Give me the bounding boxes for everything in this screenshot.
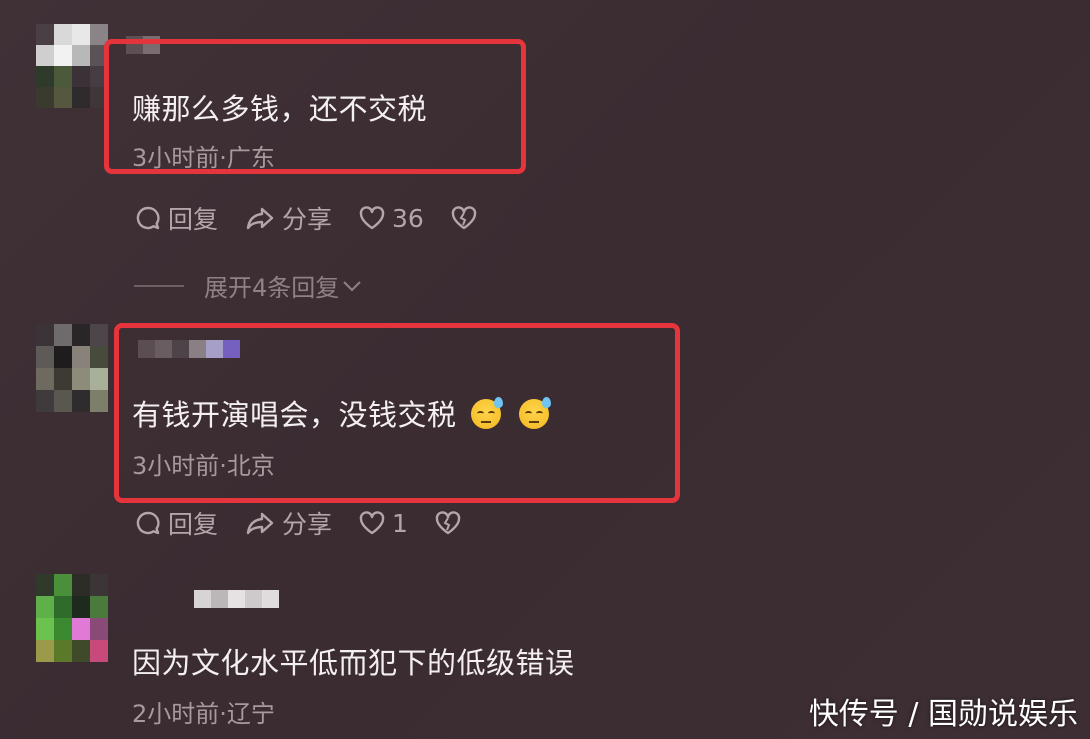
comment-meta: 2小时前·辽宁 [132, 700, 275, 728]
reply-icon [136, 511, 160, 535]
like-button[interactable]: 1 [358, 509, 408, 538]
reply-label: 回复 [168, 510, 219, 539]
reply-button[interactable]: 回复 [134, 200, 218, 236]
comment-text: 有钱开演唱会，没钱交税 [132, 392, 551, 434]
sweat-emoji-icon [470, 397, 503, 429]
comment-text: 赚那么多钱，还不交税 [132, 92, 428, 126]
broken-heart-icon [435, 511, 461, 535]
share-label: 分享 [282, 510, 333, 539]
share-icon [246, 207, 274, 230]
avatar[interactable] [36, 24, 108, 108]
divider-line [134, 284, 184, 287]
broken-heart-icon [451, 206, 477, 230]
expand-replies-button[interactable]: 展开4条回复 [134, 268, 363, 303]
share-button[interactable]: 分享 [244, 200, 332, 236]
reply-label: 回复 [168, 205, 219, 234]
heart-icon [359, 511, 385, 535]
share-button[interactable]: 分享 [244, 505, 332, 541]
sweat-emoji-icon [518, 397, 551, 429]
comment-actions: 回复 分享 36 [134, 200, 510, 236]
comment-text: 因为文化水平低而犯下的低级错误 [132, 646, 575, 680]
heart-icon [359, 206, 385, 230]
share-label: 分享 [282, 205, 333, 234]
comment-meta: 3小时前·广东 [132, 144, 275, 172]
share-icon [246, 512, 274, 535]
reply-button[interactable]: 回复 [134, 505, 218, 541]
reply-icon [136, 206, 160, 230]
comment-meta: 3小时前·北京 [132, 452, 275, 480]
like-count: 1 [392, 508, 408, 538]
username-blurred[interactable] [194, 590, 279, 608]
dislike-button[interactable] [434, 510, 468, 536]
dislike-button[interactable] [450, 205, 484, 231]
avatar[interactable] [36, 324, 108, 412]
like-count: 36 [392, 203, 424, 233]
comment-actions: 回复 分享 1 [134, 505, 494, 541]
like-button[interactable]: 36 [358, 204, 424, 233]
watermark: 快传号 / 国勋说娱乐 [808, 697, 1078, 732]
comment-text-content: 有钱开演唱会，没钱交税 [132, 398, 457, 432]
expand-replies-label: 展开4条回复 [204, 274, 340, 302]
chevron-down-icon [343, 280, 361, 291]
avatar[interactable] [36, 574, 108, 662]
